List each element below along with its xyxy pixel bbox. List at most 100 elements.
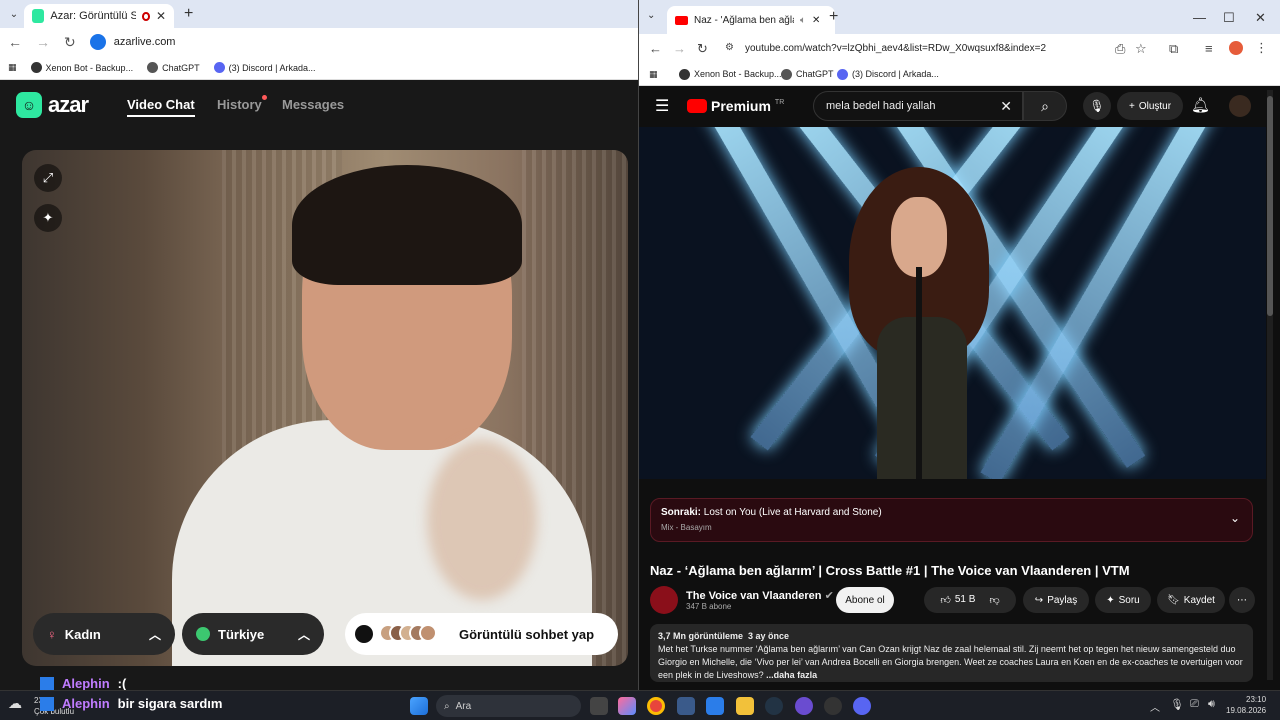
minimize-icon[interactable]: — [1193,10,1206,25]
url-field[interactable]: azarlive.com [89,34,175,50]
up-next-panel[interactable]: Sonraki: Lost on You (Live at Harvard an… [650,498,1253,542]
taskbar-search[interactable]: ⌕ Ara [436,695,581,717]
media-icon[interactable]: ≡ [1205,41,1213,56]
account-avatar[interactable] [1229,95,1251,117]
more-actions-icon[interactable]: ⋯ [1229,587,1255,613]
audio-icon[interactable]: 🔈︎ [800,15,806,26]
steam-icon[interactable] [765,697,783,715]
back-icon[interactable]: ← [649,41,662,56]
close-window-icon[interactable]: ✕ [1255,10,1266,26]
discord-icon [837,69,848,80]
chrome-icon[interactable] [647,697,665,715]
country-filter[interactable]: Türkiye ︿ [182,613,324,655]
youtube-logo[interactable]: Premium TR [687,98,784,114]
reload-icon[interactable]: ↻ [697,41,708,57]
volume-icon[interactable]: 🔊︎ [1208,698,1215,711]
site-info-icon[interactable] [89,34,106,50]
scrollbar-thumb[interactable] [1267,96,1273,316]
store-icon[interactable] [677,697,695,715]
forward-icon[interactable]: → [36,34,50,50]
channel-info[interactable]: The Voice van Vlaanderen ✔ 347 B abone [650,586,834,614]
clear-search-icon[interactable]: ✕ [1000,98,1012,115]
close-tab-icon[interactable]: ✕ [812,15,820,26]
bookmark-discord[interactable]: (3) Discord | Arkada... [213,62,315,73]
bookmark-xenon[interactable]: Xenon Bot - Backup... [679,69,782,80]
subscribe-button[interactable]: Abone ol [836,587,894,613]
hamburger-menu-icon[interactable]: ☰ [655,96,669,116]
maximize-icon[interactable]: ☐ [1223,10,1235,26]
search-input[interactable]: mela bedel hadi yallah ✕ [813,91,1023,121]
ask-button[interactable]: ✦ Soru [1095,587,1151,613]
plus-icon: + [1129,100,1135,112]
forward-icon[interactable]: → [673,41,686,56]
close-tab-icon[interactable]: ✕ [156,9,166,23]
install-icon[interactable]: ⎙ [1115,41,1125,57]
magic-wand-icon[interactable]: ✦ [34,204,62,232]
microphone-icon[interactable]: 🎙︎ [1170,698,1184,711]
new-tab-button[interactable]: + [829,8,838,26]
channel-avatar[interactable] [650,586,678,614]
singer-dress [877,317,967,479]
description-text: Met het Turkse nummer ‘Ağlama ben ağları… [658,644,1243,680]
left-tabstrip: ⌄ Azar: Görüntülü Sohbet & ✕ + [0,0,638,28]
github-icon[interactable] [824,697,842,715]
tab-search-icon[interactable]: ⌄ [647,10,655,21]
chevron-down-icon[interactable]: ⌄ [1230,511,1240,525]
site-info-icon[interactable]: ⚙ [725,42,734,53]
tab-youtube[interactable]: Naz - 'Ağlama ben ağlarım' 🔈︎ ✕ [667,6,835,34]
share-button[interactable]: ↪ Paylaş [1023,587,1089,613]
clock[interactable]: 23:10 19.08.2026 [1226,694,1266,716]
back-icon[interactable]: ← [8,34,22,50]
discord-taskbar-icon[interactable] [853,697,871,715]
file-explorer-icon[interactable] [736,697,754,715]
like-button[interactable]: 👍︎ 51 B [940,594,975,606]
reload-icon[interactable]: ↻ [64,34,76,51]
apps-icon[interactable]: ▦ [649,69,658,80]
windows-start-icon[interactable] [410,697,428,715]
show-more-link[interactable]: ...daha fazla [766,670,817,680]
menu-icon[interactable]: ⋮ [1255,40,1268,56]
bookmark-discord[interactable]: (3) Discord | Arkada... [837,69,939,80]
mail-icon[interactable] [706,697,724,715]
apps-icon[interactable]: ▦ [8,62,17,73]
task-view-icon[interactable] [590,697,608,715]
bookmark-chatgpt[interactable]: ChatGPT [147,62,200,73]
nav-video-chat[interactable]: Video Chat [127,97,195,117]
start-video-chat-button[interactable]: Görüntülü sohbet yap [345,613,618,655]
bookmark-xenon[interactable]: Xenon Bot - Backup... [30,62,133,73]
gender-filter[interactable]: ♀ Kadın ︿ [33,613,175,655]
tab-azar[interactable]: Azar: Görüntülü Sohbet & ✕ [24,4,174,28]
history-notification-dot [262,95,267,100]
create-button[interactable]: + Oluştur [1117,92,1184,120]
gender-label: Kadın [64,626,101,642]
next-subtitle: Mix - Basayım [661,523,712,532]
bookmark-icon: 🔖︎ [1167,594,1180,606]
app-icon[interactable] [795,697,813,715]
extensions-icon[interactable]: ⧉ [1169,41,1178,57]
bookmark-chatgpt[interactable]: ChatGPT [781,69,834,80]
dislike-button[interactable]: 👎︎ [989,594,999,606]
share-label: Paylaş [1047,594,1078,606]
tray-chevron-icon[interactable]: ︿ [1150,699,1160,714]
voice-search-icon[interactable]: 🎙︎ [1083,92,1111,120]
recording-icon [141,11,150,21]
new-tab-button[interactable]: + [184,5,193,23]
search-button[interactable]: ⌕ [1023,91,1067,121]
description-box[interactable]: 3,7 Mn görüntüleme 3 ay önce Met het Tur… [650,624,1253,682]
copilot-icon[interactable] [618,697,636,715]
nav-history[interactable]: History [217,97,262,112]
video-player[interactable] [639,127,1266,479]
nav-messages[interactable]: Messages [282,97,344,112]
url-text[interactable]: youtube.com/watch?v=lzQbhi_aev4&list=RDw… [745,43,1046,54]
azar-logo[interactable]: ☺ azar [16,92,89,118]
channel-name[interactable]: The Voice van Vlaanderen ✔ [686,589,834,602]
save-button[interactable]: 🔖︎ Kaydet [1157,587,1225,613]
profile-avatar[interactable] [1229,41,1243,55]
network-icon[interactable]: ⎚ [1190,698,1199,711]
youtube-play-icon [687,99,707,113]
notifications-icon[interactable]: 🔔︎ [1191,96,1210,114]
expand-icon[interactable]: ⤢ [34,164,62,192]
star-icon[interactable]: ☆ [1135,41,1147,57]
tab-search-icon[interactable]: ⌄ [4,4,24,24]
scrollbar[interactable] [1267,90,1273,680]
